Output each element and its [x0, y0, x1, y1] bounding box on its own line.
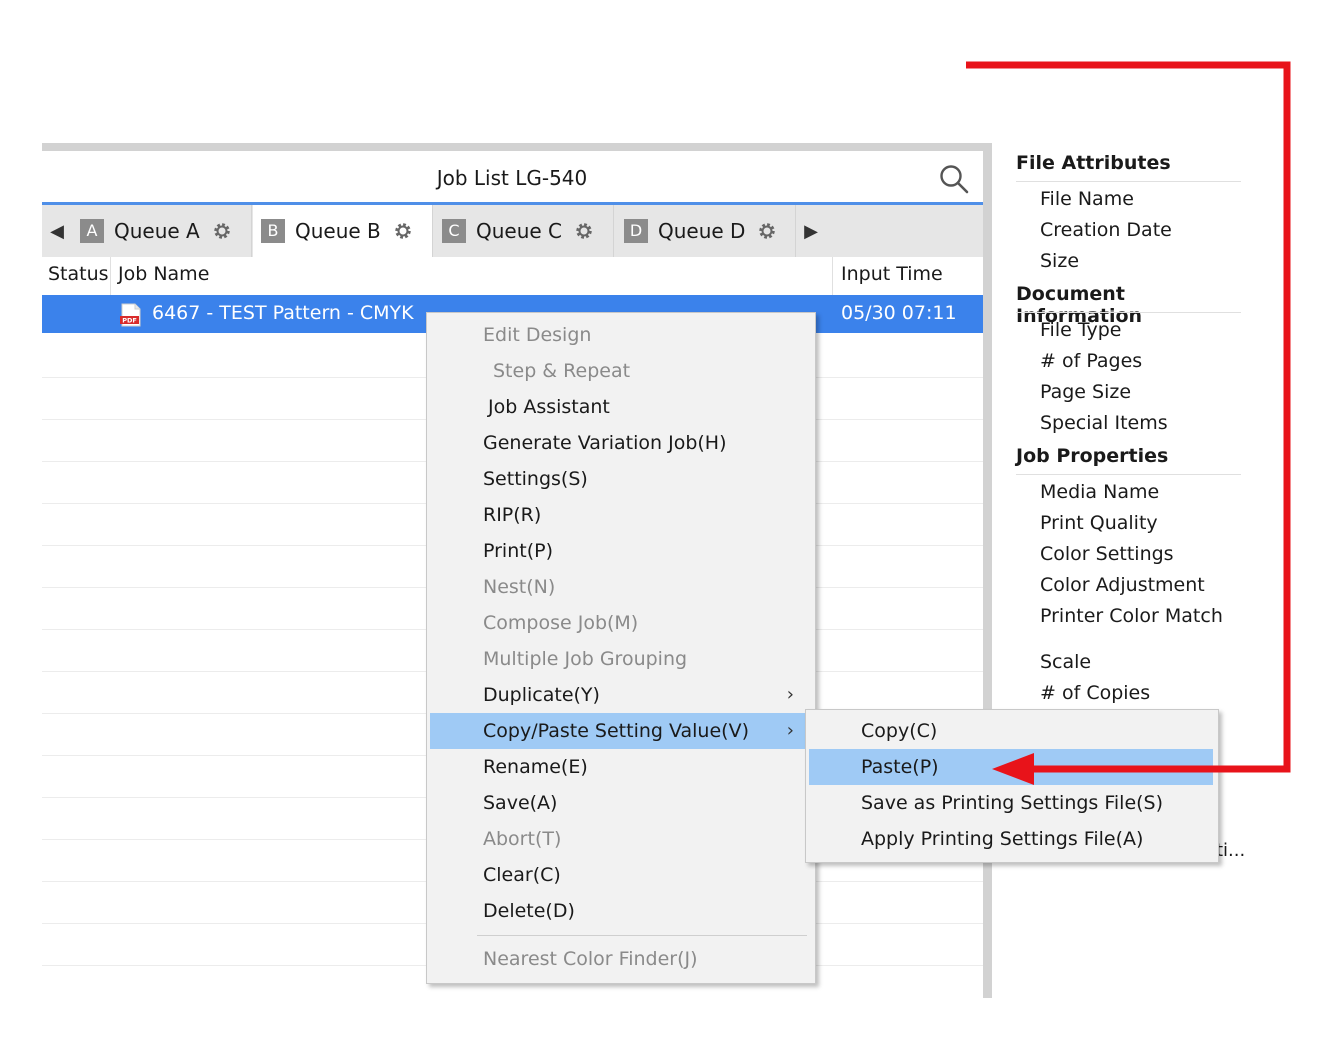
attr-media-name[interactable]: Media Name	[1040, 481, 1159, 503]
menu-item-clear[interactable]: Clear(C)	[430, 857, 812, 893]
column-separator	[110, 257, 111, 295]
menu-item-nest: Nest(N)	[483, 576, 556, 598]
heading-divider	[1016, 181, 1241, 182]
triangle-left-icon[interactable]: ◀	[42, 205, 72, 257]
attr-page-size[interactable]: Page Size	[1040, 381, 1131, 403]
menu-item-edit-design: Edit Design	[483, 324, 592, 346]
menu-item-copy-paste-setting-value[interactable]: Copy/Paste Setting Value(V) ›	[430, 713, 812, 749]
file-attributes-heading: File Attributes	[1016, 152, 1171, 174]
menu-item-settings[interactable]: Settings(S)	[430, 461, 812, 497]
attr-color-adjustment[interactable]: Color Adjustment	[1040, 574, 1205, 596]
attr-num-pages[interactable]: # of Pages	[1040, 350, 1142, 372]
column-input-time[interactable]: Input Time	[841, 263, 943, 285]
tab-queue-a[interactable]: A Queue A	[72, 205, 252, 257]
menu-item-print[interactable]: Print(P)	[430, 533, 812, 569]
tab-queue-d[interactable]: D Queue D	[616, 205, 796, 257]
attr-file-name[interactable]: File Name	[1040, 188, 1134, 210]
gear-icon[interactable]	[212, 221, 232, 241]
attr-scale[interactable]: Scale	[1040, 651, 1091, 673]
column-header-row: Status Job Name Input Time	[42, 257, 983, 295]
submenu-item-copy[interactable]: Copy(C)	[809, 713, 1213, 749]
gear-icon[interactable]	[393, 221, 413, 241]
menu-item-generate-variation-job[interactable]: Generate Variation Job(H)	[430, 425, 812, 461]
job-properties-heading: Job Properties	[1016, 445, 1169, 467]
menu-item-job-assistant[interactable]: Job Assistant	[430, 389, 812, 425]
menu-item-compose-job: Compose Job(M)	[483, 612, 639, 634]
tab-label: Queue A	[114, 219, 200, 243]
job-name-cell: 6467 - TEST Pattern - CMYK	[152, 302, 414, 324]
window-title: Job List LG-540	[436, 166, 588, 190]
title-bar: Job List LG-540	[42, 151, 983, 205]
menu-item-save[interactable]: Save(A)	[430, 785, 812, 821]
menu-separator	[477, 935, 807, 936]
attr-special-items[interactable]: Special Items	[1040, 412, 1168, 434]
attr-color-settings[interactable]: Color Settings	[1040, 543, 1174, 565]
menu-item-multiple-job-grouping: Multiple Job Grouping	[483, 648, 688, 670]
attr-num-copies[interactable]: # of Copies	[1040, 682, 1150, 704]
queue-badge: D	[624, 219, 648, 243]
attr-file-type[interactable]: File Type	[1040, 319, 1121, 341]
heading-divider	[1016, 312, 1241, 313]
heading-divider	[1016, 474, 1241, 475]
column-separator	[832, 257, 833, 295]
column-job-name[interactable]: Job Name	[118, 263, 209, 285]
context-menu: Edit Design Step & Repeat Job Assistant …	[426, 312, 816, 984]
tab-label: Queue D	[658, 219, 746, 243]
menu-item-rip[interactable]: RIP(R)	[430, 497, 812, 533]
menu-item-label: Duplicate(Y)	[483, 684, 600, 706]
triangle-right-icon[interactable]: ▶	[796, 205, 826, 257]
chevron-right-icon: ›	[786, 684, 794, 705]
queue-badge: C	[442, 219, 466, 243]
column-status[interactable]: Status	[48, 263, 109, 285]
truncated-attribute: ti...	[1216, 840, 1246, 861]
attr-creation-date[interactable]: Creation Date	[1040, 219, 1172, 241]
menu-item-abort: Abort(T)	[483, 828, 562, 850]
tab-label: Queue B	[295, 219, 381, 243]
submenu-item-save-as-printing-settings-file[interactable]: Save as Printing Settings File(S)	[809, 785, 1213, 821]
menu-item-label: Copy/Paste Setting Value(V)	[483, 720, 749, 742]
tab-label: Queue C	[476, 219, 563, 243]
submenu-item-paste[interactable]: Paste(P)	[809, 749, 1213, 785]
gear-icon[interactable]	[574, 221, 594, 241]
attr-print-quality[interactable]: Print Quality	[1040, 512, 1158, 534]
attr-size[interactable]: Size	[1040, 250, 1079, 272]
queue-badge: B	[261, 219, 285, 243]
attr-printer-color-match[interactable]: Printer Color Match	[1040, 605, 1223, 627]
svg-text:PDF: PDF	[122, 317, 137, 325]
copy-paste-submenu: Copy(C) Paste(P) Save as Printing Settin…	[805, 709, 1219, 863]
input-time-cell: 05/30 07:11	[841, 302, 957, 324]
submenu-item-apply-printing-settings-file[interactable]: Apply Printing Settings File(A)	[809, 821, 1213, 857]
queue-tabs-bar: ◀ A Queue A B Queue B C Queue C D Queue …	[42, 205, 983, 257]
menu-item-duplicate[interactable]: Duplicate(Y) ›	[430, 677, 812, 713]
search-icon[interactable]	[938, 163, 970, 195]
gear-icon[interactable]	[757, 221, 777, 241]
chevron-right-icon: ›	[786, 720, 794, 741]
tab-queue-c[interactable]: C Queue C	[434, 205, 614, 257]
menu-item-delete[interactable]: Delete(D)	[430, 893, 812, 929]
menu-item-nearest-color-finder: Nearest Color Finder(J)	[483, 948, 698, 970]
menu-item-rename[interactable]: Rename(E)	[430, 749, 812, 785]
queue-badge: A	[80, 219, 104, 243]
menu-item-step-repeat: Step & Repeat	[493, 360, 631, 382]
pdf-file-icon: PDF	[120, 303, 141, 327]
tab-queue-b[interactable]: B Queue B	[253, 205, 433, 257]
